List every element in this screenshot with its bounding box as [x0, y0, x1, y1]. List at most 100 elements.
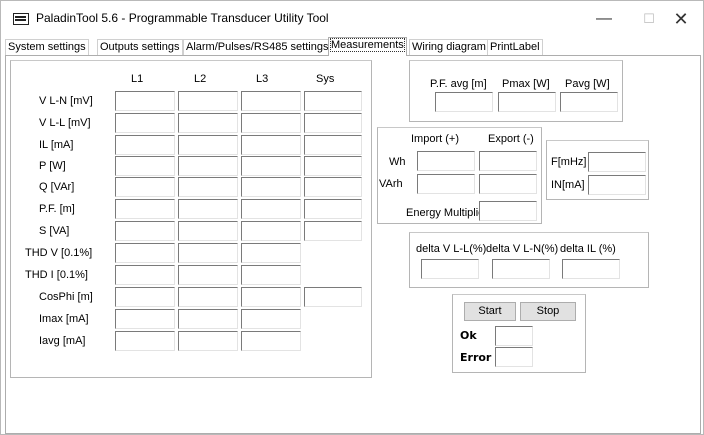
value-field-vll-sys[interactable] [304, 113, 362, 133]
value-field-energy-multiplier[interactable] [479, 201, 537, 221]
tab-outputs-settings[interactable]: Outputs settings [97, 39, 183, 56]
value-field-wh-import[interactable] [417, 151, 475, 171]
value-field-vln-sys[interactable] [304, 91, 362, 111]
value-field-varh-import[interactable] [417, 174, 475, 194]
window-title: PaladinTool 5.6 - Programmable Transduce… [36, 11, 329, 25]
row-label-cosphi: CosPhi [m] [39, 291, 93, 303]
row-label-vll: V L-L [mV] [39, 117, 91, 129]
value-field-delta-vln[interactable] [492, 259, 550, 279]
minimize-button[interactable]: — [584, 7, 624, 31]
value-field-pavg[interactable] [560, 92, 618, 112]
value-field-pf-l2[interactable] [178, 199, 238, 219]
stop-button[interactable]: Stop [520, 302, 576, 321]
value-field-vln-l3[interactable] [241, 91, 301, 111]
value-field-s-l3[interactable] [241, 221, 301, 241]
row-label-imax: Imax [mA] [39, 313, 89, 325]
value-field-vln-l1[interactable] [115, 91, 175, 111]
label-error: Error [460, 351, 492, 364]
value-field-q-l1[interactable] [115, 177, 175, 197]
value-field-delta-vll[interactable] [421, 259, 479, 279]
control-group: Start Stop Ok Error [452, 294, 586, 373]
value-field-vll-l3[interactable] [241, 113, 301, 133]
value-field-cosphi-l2[interactable] [178, 287, 238, 307]
row-label-p: P [W] [39, 160, 66, 172]
close-button[interactable]: ✕ [661, 7, 701, 31]
value-field-imax-l2[interactable] [178, 309, 238, 329]
row-label-pf: P.F. [m] [39, 203, 75, 215]
value-field-thd-v-l3[interactable] [241, 243, 301, 263]
tab-strip: System settings Outputs settings Alarm/P… [5, 37, 699, 56]
value-field-in[interactable] [588, 175, 646, 195]
value-field-pf-sys[interactable] [304, 199, 362, 219]
value-field-il-sys[interactable] [304, 135, 362, 155]
value-field-pf-l1[interactable] [115, 199, 175, 219]
value-field-thd-i-l1[interactable] [115, 265, 175, 285]
energy-group: Import (+) Export (-) Wh VArh Energy Mul… [377, 127, 542, 224]
value-field-wh-export[interactable] [479, 151, 537, 171]
row-label-s: S [VA] [39, 225, 70, 237]
value-field-cosphi-sys[interactable] [304, 287, 362, 307]
value-field-vll-l2[interactable] [178, 113, 238, 133]
value-field-s-sys[interactable] [304, 221, 362, 241]
tab-wiring-diagram[interactable]: Wiring diagram [409, 39, 489, 56]
value-field-pmax[interactable] [498, 92, 556, 112]
label-wh: Wh [389, 156, 406, 168]
column-header-l1: L1 [131, 73, 144, 85]
value-field-il-l2[interactable] [178, 135, 238, 155]
tab-printlabel[interactable]: PrintLabel [487, 39, 543, 56]
start-button[interactable]: Start [464, 302, 516, 321]
label-pavg: Pavg [W] [565, 78, 610, 90]
value-field-s-l1[interactable] [115, 221, 175, 241]
value-field-p-l2[interactable] [178, 156, 238, 176]
value-field-varh-export[interactable] [479, 174, 537, 194]
value-field-iavg-l3[interactable] [241, 331, 301, 351]
value-field-imax-l1[interactable] [115, 309, 175, 329]
tab-alarm-pulses-rs485[interactable]: Alarm/Pulses/RS485 settings [183, 39, 332, 56]
label-delta-vll: delta V L-L(%) [416, 243, 487, 255]
tab-system-settings[interactable]: System settings [5, 39, 89, 56]
app-window: PaladinTool 5.6 - Programmable Transduce… [0, 0, 704, 435]
value-field-cosphi-l3[interactable] [241, 287, 301, 307]
value-field-p-l1[interactable] [115, 156, 175, 176]
row-label-vln: V L-N [mV] [39, 95, 93, 107]
delta-group: delta V L-L(%) delta V L-N(%) delta IL (… [409, 232, 649, 288]
value-field-thd-v-l1[interactable] [115, 243, 175, 263]
value-field-cosphi-l1[interactable] [115, 287, 175, 307]
value-field-p-sys[interactable] [304, 156, 362, 176]
tab-label: Wiring diagram [412, 41, 486, 53]
value-field-p-l3[interactable] [241, 156, 301, 176]
row-label-thd-i: THD I [0.1%] [25, 269, 88, 281]
value-field-q-l3[interactable] [241, 177, 301, 197]
column-header-l3: L3 [256, 73, 269, 85]
measurements-group: L1 L2 L3 Sys V L-N [mV] V L-L [mV] IL [m… [10, 60, 372, 378]
value-field-s-l2[interactable] [178, 221, 238, 241]
value-field-q-sys[interactable] [304, 177, 362, 197]
value-field-iavg-l2[interactable] [178, 331, 238, 351]
value-field-pf-l3[interactable] [241, 199, 301, 219]
tab-label: PrintLabel [490, 41, 540, 53]
row-label-q: Q [VAr] [39, 181, 75, 193]
value-field-vll-l1[interactable] [115, 113, 175, 133]
label-delta-il: delta IL (%) [560, 243, 616, 255]
value-field-thd-i-l2[interactable] [178, 265, 238, 285]
value-field-thd-v-l2[interactable] [178, 243, 238, 263]
value-field-iavg-l1[interactable] [115, 331, 175, 351]
value-field-q-l2[interactable] [178, 177, 238, 197]
value-field-il-l3[interactable] [241, 135, 301, 155]
value-field-thd-i-l3[interactable] [241, 265, 301, 285]
value-field-error[interactable] [495, 347, 533, 367]
value-field-pf-avg[interactable] [435, 92, 493, 112]
value-field-frequency[interactable] [588, 152, 646, 172]
value-field-delta-il[interactable] [562, 259, 620, 279]
value-field-imax-l3[interactable] [241, 309, 301, 329]
value-field-il-l1[interactable] [115, 135, 175, 155]
label-ok: Ok [460, 329, 477, 342]
label-varh: VArh [379, 178, 403, 190]
measurements-page: L1 L2 L3 Sys V L-N [mV] V L-L [mV] IL [m… [5, 55, 701, 434]
value-field-ok[interactable] [495, 326, 533, 346]
power-summary-group: P.F. avg [m] Pmax [W] Pavg [W] [409, 60, 623, 122]
tab-measurements[interactable]: Measurements [328, 37, 407, 56]
title-bar: PaladinTool 5.6 - Programmable Transduce… [1, 1, 703, 36]
value-field-vln-l2[interactable] [178, 91, 238, 111]
label-pmax: Pmax [W] [502, 78, 550, 90]
